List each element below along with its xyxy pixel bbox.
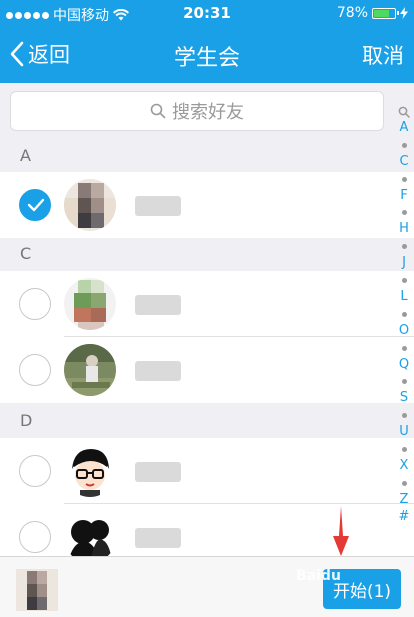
index-letter[interactable]: A: [400, 120, 409, 135]
index-letter[interactable]: H: [399, 221, 409, 236]
index-letter[interactable]: F: [400, 188, 407, 203]
contact-row[interactable]: [0, 337, 414, 403]
battery-percent: 78%: [336, 5, 368, 21]
search-input[interactable]: 搜索好友: [10, 91, 384, 131]
search-icon[interactable]: [398, 106, 410, 118]
select-checkbox[interactable]: [19, 455, 51, 487]
contact-row[interactable]: [0, 438, 414, 504]
annotation-arrow-icon: [333, 506, 349, 556]
index-letter[interactable]: O: [399, 323, 409, 338]
section-header-c: C: [0, 238, 414, 270]
index-letter[interactable]: Q: [399, 357, 409, 372]
contact-name-redacted: [135, 528, 181, 548]
battery-icon: [372, 7, 399, 19]
watermark: Baidu: [296, 568, 341, 584]
contact-name-redacted: [135, 295, 181, 315]
contact-name-redacted: [135, 462, 181, 482]
contact-row[interactable]: [0, 172, 414, 238]
section-header-a: A: [0, 140, 414, 172]
select-checkbox[interactable]: [19, 521, 51, 553]
avatar: [64, 278, 116, 330]
contact-row[interactable]: [0, 271, 414, 337]
charging-icon: [400, 7, 408, 19]
index-letter[interactable]: U: [399, 424, 409, 439]
avatar: [64, 179, 116, 231]
nav-bar: 返回 学生会 取消: [0, 27, 414, 83]
alphabet-index[interactable]: A C F H J L O Q S U X Z #: [396, 106, 412, 525]
selected-avatar[interactable]: [16, 569, 58, 611]
index-letter[interactable]: J: [402, 255, 406, 270]
select-checkbox[interactable]: [19, 354, 51, 386]
search-icon: [150, 103, 166, 119]
section-header-d: D: [0, 405, 414, 437]
index-letter[interactable]: Z: [400, 492, 409, 507]
index-letter[interactable]: C: [399, 154, 408, 169]
page-title: 学生会: [173, 46, 240, 71]
select-checkbox[interactable]: [19, 288, 51, 320]
cancel-button[interactable]: 取消: [362, 40, 404, 70]
contact-name-redacted: [135, 196, 181, 216]
avatar: [64, 445, 116, 497]
select-checkbox[interactable]: [19, 189, 51, 221]
search-area: 搜索好友: [0, 83, 414, 140]
index-letter[interactable]: S: [400, 390, 408, 405]
contact-name-redacted: [135, 361, 181, 381]
checkmark-icon: [27, 198, 45, 212]
selection-bar: 开始(1): [0, 556, 414, 617]
index-letter[interactable]: X: [400, 458, 409, 473]
avatar: [64, 344, 116, 396]
index-letter[interactable]: L: [400, 289, 407, 304]
status-bar: 中国移动 20:31 78%: [0, 0, 414, 27]
index-letter[interactable]: #: [399, 509, 410, 524]
search-placeholder: 搜索好友: [172, 102, 244, 123]
